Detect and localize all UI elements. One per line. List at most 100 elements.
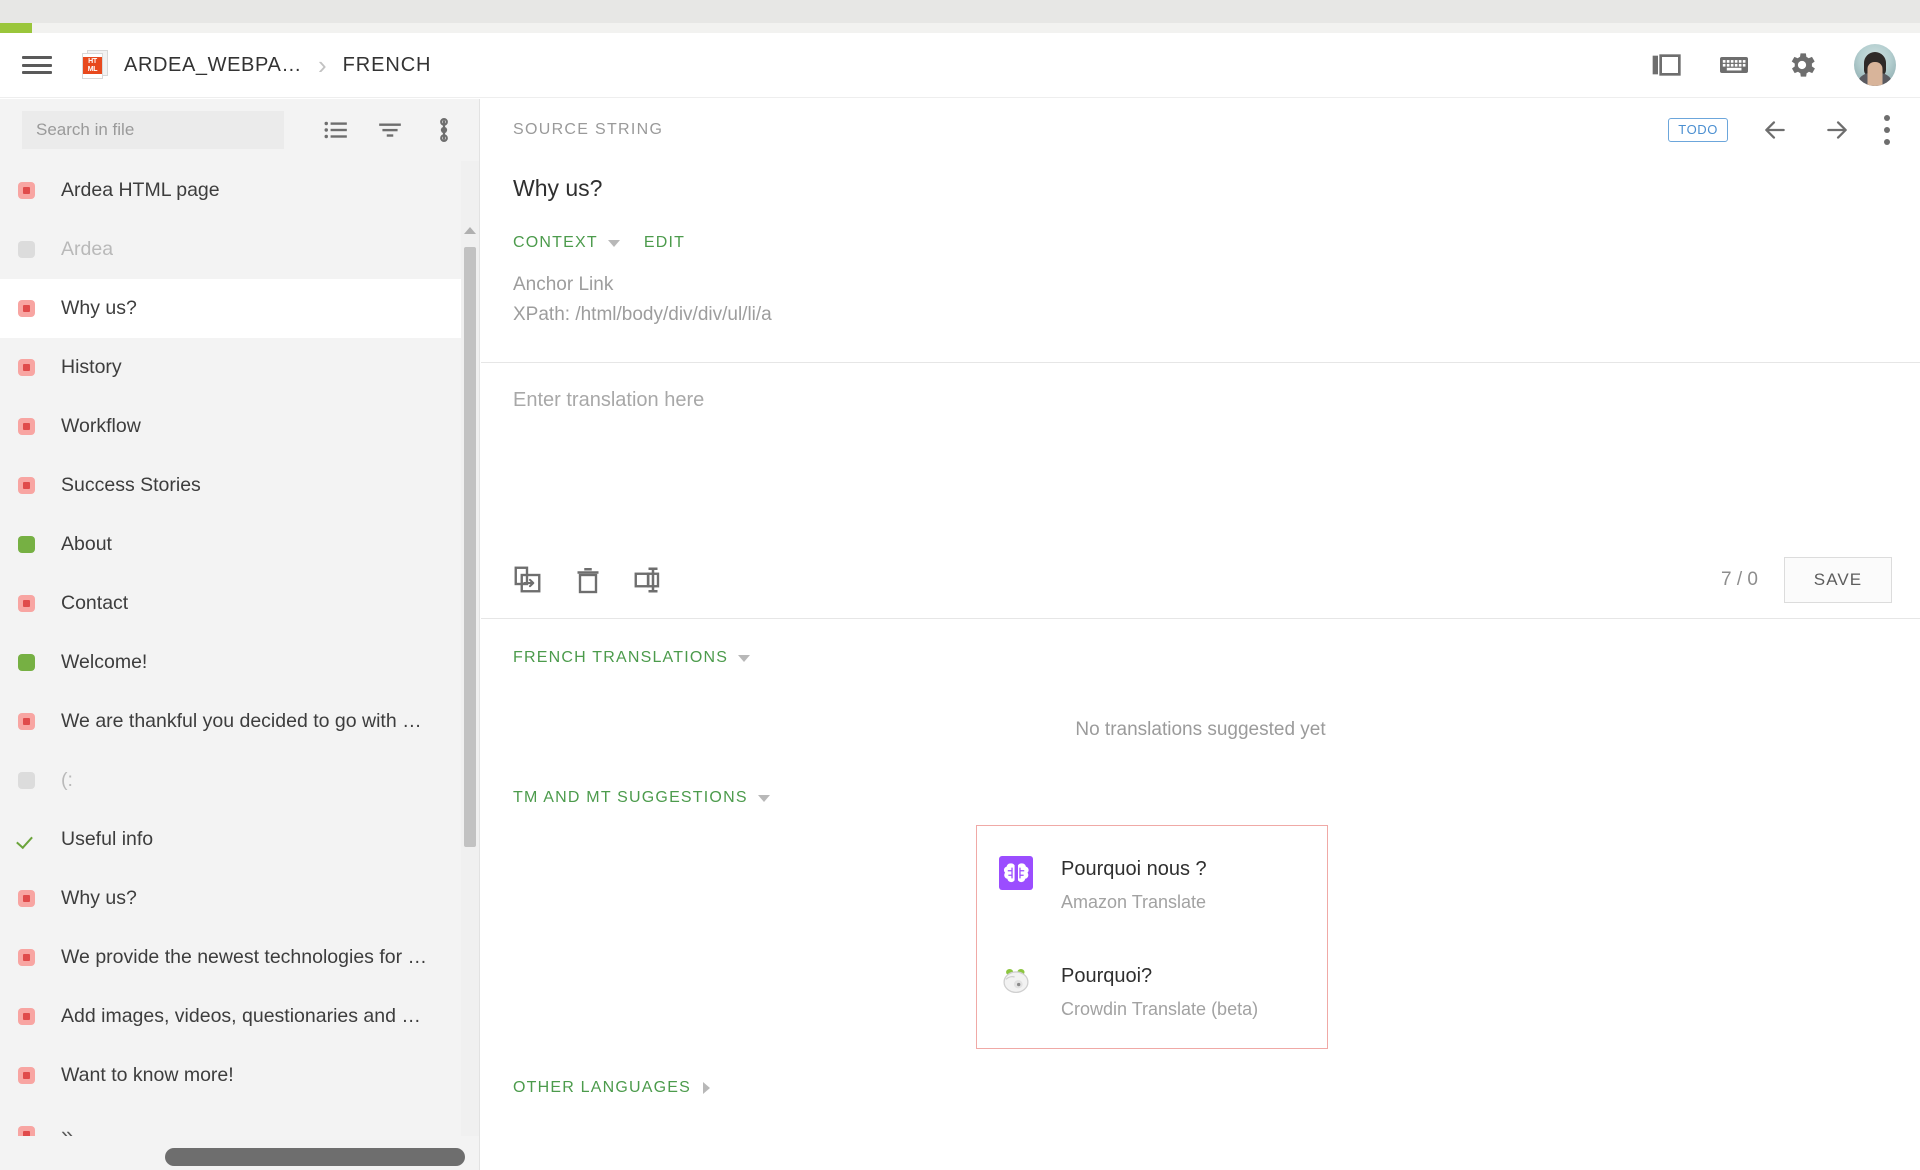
file-list-item[interactable]: Useful info [0,810,479,869]
sidebar-hscrollbar-thumb[interactable] [165,1148,465,1166]
status-marker-todo [18,1008,35,1025]
status-marker-done [18,654,35,671]
editor-toolbar: 7 / 0 SAVE [481,541,1920,619]
status-marker-todo [18,477,35,494]
chevron-down-icon[interactable] [738,654,751,662]
context-toggle-label[interactable]: CONTEXT [513,234,598,252]
file-list-item-label: Ardea HTML page [61,179,220,201]
sidebar-tools [323,117,457,143]
status-marker-todo [18,182,35,199]
status-marker-hidden [18,241,35,258]
hamburger-menu-icon[interactable] [20,53,54,77]
chevron-right-icon[interactable] [703,1082,711,1094]
file-list-item[interactable]: Want to know more! [0,1046,479,1105]
file-list-item-label: We provide the newest technologies for … [61,946,428,968]
tm-mt-suggestion-content: Pourquoi? Crowdin Translate (beta) [1061,963,1258,1020]
file-list-item[interactable]: Ardea HTML page [0,161,479,220]
other-languages-row: OTHER LANGUAGES [481,1049,1920,1097]
tm-mt-suggestion[interactable]: Pourquoi nous ? Amazon Translate [977,848,1327,921]
file-list-item-label: Ardea [61,238,114,260]
chevron-down-icon[interactable] [757,794,770,802]
kebab-dot [1884,139,1890,145]
copy-source-icon[interactable] [513,565,543,595]
header-actions [1650,44,1920,86]
arrow-right-icon[interactable] [1822,117,1852,143]
file-list-item[interactable]: Add images, videos, questionaries and … [0,987,479,1046]
file-list-item-label: Useful info [61,828,154,850]
save-button[interactable]: SAVE [1784,556,1892,603]
file-list-item[interactable]: We provide the newest technologies for … [0,928,479,987]
status-marker-todo [18,418,35,435]
tm-mt-suggestions-label[interactable]: TM AND MT SUGGESTIONS [513,789,748,807]
tm-mt-suggestion-text: Pourquoi? [1061,965,1153,987]
clear-translation-icon[interactable] [573,565,603,595]
edit-context-button[interactable]: EDIT [644,234,685,252]
status-marker-todo [18,1067,35,1084]
list-view-icon[interactable] [323,117,349,143]
search-input[interactable] [22,111,284,149]
file-list-item-label: History [61,356,122,378]
status-marker-todo [18,713,35,730]
kebab-menu-icon[interactable] [1884,115,1892,145]
source-string-header: SOURCE STRING TODO [481,99,1920,161]
status-marker-todo [18,359,35,376]
file-list-item[interactable]: (: [0,751,479,810]
chevron-down-icon[interactable] [607,239,620,247]
file-list-item-label: Success Stories [61,474,201,496]
kebab-dot [1884,115,1890,121]
source-string-actions: TODO [1668,115,1892,145]
editor-panel: SOURCE STRING TODO Why us? CONTEXT EDIT … [481,99,1920,1170]
file-list-item[interactable]: Why us? [0,869,479,928]
source-string-label: SOURCE STRING [513,121,664,138]
crowdin-translate-icon [999,963,1033,997]
app-header: HT ML ARDEA_WEBPA… › FRENCH [0,33,1920,98]
user-avatar[interactable] [1854,44,1896,86]
file-sidebar: Ardea HTML page Ardea Why us? History Workfl… [0,99,480,1170]
file-list-item[interactable]: Contact [0,574,479,633]
translation-input[interactable] [481,363,1920,541]
tm-mt-suggestion-content: Pourquoi nous ? Amazon Translate [1061,856,1207,913]
scroll-up-arrow-icon[interactable] [464,227,476,234]
status-marker-todo [18,890,35,907]
keyboard-icon[interactable] [1718,49,1750,81]
sidebar-vertical-scrollbar[interactable] [461,161,479,1136]
status-badge[interactable]: TODO [1668,118,1728,142]
arrow-left-icon[interactable] [1760,117,1790,143]
file-list-item-label: Why us? [61,297,137,319]
file-list-item[interactable]: Welcome! [0,633,479,692]
french-translations-label[interactable]: FRENCH TRANSLATIONS [513,649,728,667]
tm-mt-suggestion[interactable]: Pourquoi? Crowdin Translate (beta) [977,955,1327,1028]
file-list[interactable]: Ardea HTML page Ardea Why us? History Workfl… [0,161,479,1136]
file-list-item[interactable]: » [0,1105,479,1136]
insert-tag-icon[interactable] [633,565,663,595]
tm-mt-suggestion-text: Pourquoi nous ? [1061,858,1207,880]
hamburger-bar [22,63,52,67]
context-details: Anchor Link XPath: /html/body/div/div/ul… [481,252,1920,330]
file-list-item[interactable]: Workflow [0,397,479,456]
tm-mt-suggestion-source: Amazon Translate [1061,892,1207,912]
file-list-item[interactable]: Why us? [0,279,479,338]
file-list-item-label: About [61,533,112,555]
file-list-item[interactable]: Ardea [0,220,479,279]
gear-icon[interactable] [1786,49,1818,81]
workflow-icon[interactable] [431,117,457,143]
other-languages-label[interactable]: OTHER LANGUAGES [513,1079,691,1097]
amazon-translate-icon [999,856,1033,890]
progress-fill [0,23,32,33]
breadcrumb-language[interactable]: FRENCH [343,54,432,77]
layout-panel-icon[interactable] [1650,49,1682,81]
breadcrumb-file-name[interactable]: ARDEA_WEBPA… [124,54,302,77]
sidebar-horizontal-scrollbar[interactable] [0,1136,465,1170]
hamburger-bar [22,71,52,74]
file-list-item[interactable]: History [0,338,479,397]
file-list-item[interactable]: Success Stories [0,456,479,515]
breadcrumb: HT ML ARDEA_WEBPA… › FRENCH [82,50,431,80]
file-list-item[interactable]: We are thankful you decided to go with … [0,692,479,751]
filter-icon[interactable] [377,117,403,143]
file-list-item[interactable]: About [0,515,479,574]
file-list-item-label: Welcome! [61,651,148,673]
file-icon-badge: HT ML [83,57,102,74]
html-file-icon: HT ML [82,50,108,80]
sidebar-scrollbar-thumb[interactable] [464,247,476,847]
context-xpath: XPath: /html/body/div/div/ul/li/a [513,304,772,325]
